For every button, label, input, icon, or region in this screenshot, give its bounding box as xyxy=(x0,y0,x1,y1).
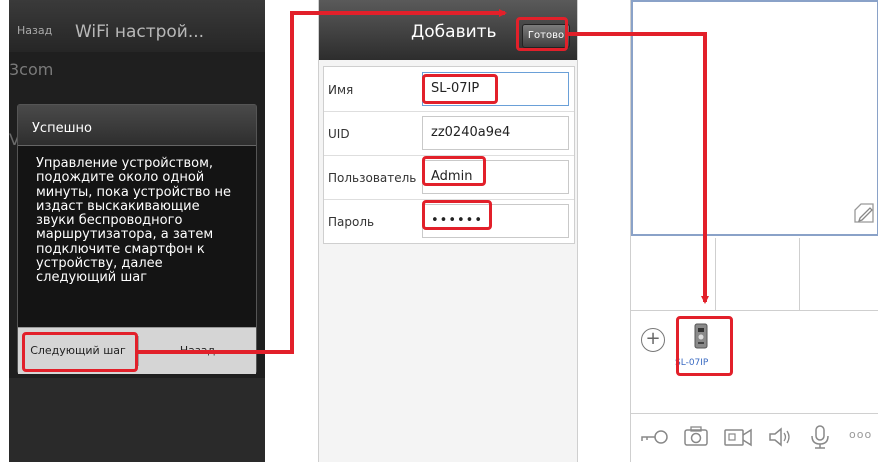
flow-arrows xyxy=(138,9,709,354)
arrow-done-to-camera xyxy=(568,32,709,304)
arrow-next-to-done xyxy=(138,9,507,354)
